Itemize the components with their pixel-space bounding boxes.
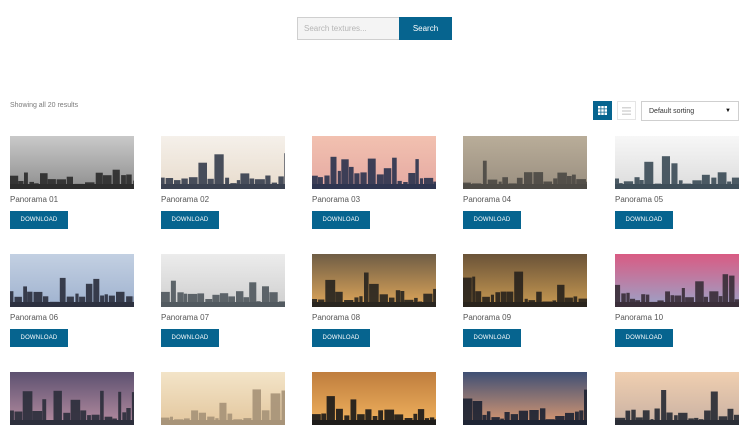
download-button[interactable]: DOWNLOAD: [463, 211, 521, 229]
list-icon: [622, 106, 631, 115]
panorama-thumbnail[interactable]: [312, 136, 436, 189]
product-card: [312, 372, 436, 425]
sort-selected-value: Default sorting: [649, 107, 695, 115]
product-title[interactable]: Panorama 03: [312, 195, 360, 204]
product-card: [161, 372, 285, 425]
product-card: [10, 372, 134, 425]
panorama-thumbnail[interactable]: [615, 372, 739, 425]
download-button[interactable]: DOWNLOAD: [615, 329, 673, 347]
panorama-thumbnail[interactable]: [10, 254, 134, 307]
product-card: Panorama 08 DOWNLOAD: [312, 254, 436, 347]
download-button[interactable]: DOWNLOAD: [10, 211, 68, 229]
panorama-thumbnail[interactable]: [615, 254, 739, 307]
list-view-button[interactable]: [617, 101, 636, 120]
product-card: Panorama 07 DOWNLOAD: [161, 254, 285, 347]
product-card: Panorama 05 DOWNLOAD: [615, 136, 739, 229]
product-title[interactable]: Panorama 08: [312, 313, 360, 322]
download-button[interactable]: DOWNLOAD: [10, 329, 68, 347]
product-card: Panorama 03 DOWNLOAD: [312, 136, 436, 229]
product-title[interactable]: Panorama 05: [615, 195, 663, 204]
panorama-thumbnail[interactable]: [10, 372, 134, 425]
grid-icon: [598, 106, 607, 115]
search-button[interactable]: Search: [399, 17, 452, 40]
panorama-thumbnail[interactable]: [615, 136, 739, 189]
download-button[interactable]: DOWNLOAD: [161, 211, 219, 229]
product-title[interactable]: Panorama 06: [10, 313, 58, 322]
product-title[interactable]: Panorama 04: [463, 195, 511, 204]
download-button[interactable]: DOWNLOAD: [312, 211, 370, 229]
product-card: Panorama 01 DOWNLOAD: [10, 136, 134, 229]
grid-view-button[interactable]: [593, 101, 612, 120]
download-button[interactable]: DOWNLOAD: [312, 329, 370, 347]
panorama-thumbnail[interactable]: [312, 254, 436, 307]
panorama-thumbnail[interactable]: [161, 372, 285, 425]
sort-select[interactable]: Default sorting ▼: [641, 101, 739, 121]
product-card: Panorama 04 DOWNLOAD: [463, 136, 587, 229]
product-title[interactable]: Panorama 10: [615, 313, 663, 322]
product-card: [463, 372, 587, 425]
download-button[interactable]: DOWNLOAD: [161, 329, 219, 347]
search-input[interactable]: [297, 17, 399, 40]
product-card: Panorama 06 DOWNLOAD: [10, 254, 134, 347]
panorama-thumbnail[interactable]: [463, 254, 587, 307]
product-title[interactable]: Panorama 02: [161, 195, 209, 204]
download-button[interactable]: DOWNLOAD: [463, 329, 521, 347]
panorama-thumbnail[interactable]: [463, 136, 587, 189]
product-card: Panorama 09 DOWNLOAD: [463, 254, 587, 347]
panorama-thumbnail[interactable]: [312, 372, 436, 425]
product-card: Panorama 02 DOWNLOAD: [161, 136, 285, 229]
product-title[interactable]: Panorama 07: [161, 313, 209, 322]
panorama-thumbnail[interactable]: [10, 136, 134, 189]
result-count: Showing all 20 results: [10, 102, 79, 109]
download-button[interactable]: DOWNLOAD: [615, 211, 673, 229]
product-card: Panorama 10 DOWNLOAD: [615, 254, 739, 347]
product-title[interactable]: Panorama 09: [463, 313, 511, 322]
product-title[interactable]: Panorama 01: [10, 195, 58, 204]
search-bar: Search: [297, 17, 452, 40]
panorama-thumbnail[interactable]: [463, 372, 587, 425]
caret-down-icon: ▼: [725, 108, 731, 114]
product-card: [615, 372, 739, 425]
panorama-thumbnail[interactable]: [161, 254, 285, 307]
panorama-thumbnail[interactable]: [161, 136, 285, 189]
